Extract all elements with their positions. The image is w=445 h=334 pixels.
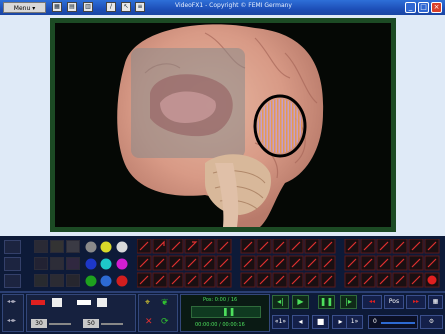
frame-field[interactable]: 0 (368, 315, 418, 329)
cursor-icon[interactable]: ↖ (121, 2, 131, 12)
swatch-white[interactable] (116, 241, 128, 253)
pen-settings-panel: 30 50 (26, 294, 136, 332)
pen-size-input[interactable]: 30 (31, 319, 47, 328)
position-label: Pos: 0:00 / 16 (203, 297, 238, 303)
pen-tip-icon[interactable] (52, 298, 62, 307)
frame-value: 0 (373, 318, 377, 325)
leaf-icon[interactable]: ❦ (161, 298, 169, 308)
eraser-tool-icon[interactable] (4, 274, 21, 288)
swatch-cyan[interactable] (100, 258, 112, 270)
pen-size-slider[interactable] (49, 323, 71, 325)
stop-button[interactable]: ■ (312, 315, 329, 329)
pattern-cell[interactable] (34, 257, 48, 270)
color-palette (85, 241, 128, 287)
pen-tip-icon-2[interactable] (97, 298, 107, 307)
swatch-yellow[interactable] (100, 241, 112, 253)
list-icon[interactable]: ≡ (135, 2, 145, 12)
speed-up-button[interactable]: 1» (346, 315, 363, 329)
video-frame (50, 18, 396, 232)
rewind-button[interactable]: ◂◂ (362, 295, 382, 309)
pen-opacity-slider[interactable] (101, 323, 123, 325)
play-button[interactable]: ▶ (292, 295, 309, 309)
bottom-toolbar: ◂◂▸ ◂◂▸ 30 50 ⌖ ❦ ✕ ⟳ Pos: 0:00 / 16 ❚❚ … (0, 236, 445, 334)
playback-panel: Pos: 0:00 / 16 ❚❚ 00:00:00 / 00:00:16 (180, 294, 270, 332)
menu-label: Menu (13, 5, 31, 12)
swatch-blue[interactable] (85, 258, 97, 270)
swatch-red[interactable] (116, 275, 128, 287)
brain-image (117, 24, 324, 227)
refresh-icon[interactable]: ⟳ (161, 317, 169, 327)
pattern-cell[interactable] (50, 240, 64, 253)
forward-button[interactable]: ▸▸ (406, 295, 426, 309)
nav-arrows-icon[interactable]: ◂◂▸ (7, 298, 16, 305)
pause-button[interactable]: ❚❚ (318, 295, 335, 309)
nav-panel: ◂◂▸ ◂◂▸ (2, 294, 24, 332)
minimize-button[interactable]: _ (405, 2, 416, 13)
toolbar-divider (0, 291, 445, 293)
step-forward-button[interactable]: |▸ (340, 295, 357, 309)
pattern-cell[interactable] (34, 274, 48, 287)
swatch-magenta[interactable] (116, 258, 128, 270)
pen-color-white[interactable] (77, 300, 91, 305)
print-icon[interactable]: ▥ (83, 2, 93, 12)
pattern-cell[interactable] (66, 257, 80, 270)
shape-tools-grid (137, 239, 440, 288)
step-back-button[interactable]: ◂| (272, 295, 289, 309)
palette-tool-icon[interactable] (4, 240, 21, 254)
grid-icon[interactable]: ▦ (428, 295, 443, 309)
film-icon[interactable]: ▦ (52, 2, 62, 12)
slash-icon[interactable]: / (106, 2, 116, 12)
swatch-gray[interactable] (85, 241, 97, 253)
workspace (0, 15, 445, 236)
swatch-green[interactable] (85, 275, 97, 287)
pen-opacity-input[interactable]: 50 (83, 319, 99, 328)
pen-color-red[interactable] (31, 300, 45, 305)
speed-down-button[interactable]: «1» (272, 315, 289, 329)
title-bar: Menu ▾ ▦ ▤ ▥ / ↖ ≡ VideoFX1 - Copyright … (0, 0, 445, 15)
settings-gear-icon[interactable]: ⚙ (420, 315, 443, 329)
video-canvas[interactable] (55, 23, 391, 227)
maximize-button[interactable]: □ (418, 2, 429, 13)
delete-icon[interactable]: ✕ (145, 317, 153, 327)
pattern-cell[interactable] (66, 274, 80, 287)
pointer-icon[interactable]: ⌖ (145, 298, 150, 308)
nav-arrows-icon-2[interactable]: ◂◂▸ (7, 317, 16, 324)
effects-panel: ⌖ ❦ ✕ ⟳ (138, 294, 178, 332)
frame-slider[interactable] (381, 322, 415, 324)
swatch-light-blue[interactable] (100, 275, 112, 287)
pause-icon: ❚❚ (222, 307, 236, 316)
close-button[interactable]: × (431, 2, 442, 13)
menu-button[interactable]: Menu ▾ (3, 2, 46, 13)
pattern-cell[interactable] (50, 274, 64, 287)
prev-frame-button[interactable]: ◂ (292, 315, 309, 329)
window-title: VideoFX1 - Copyright © FEMI Germany (175, 2, 292, 9)
pattern-cell[interactable] (50, 257, 64, 270)
time-readout: 00:00:00 / 00:00:16 (195, 322, 245, 328)
play-pause-button[interactable]: ❚❚ (191, 306, 261, 318)
save-icon[interactable]: ▤ (67, 2, 77, 12)
pattern-cell[interactable] (66, 240, 80, 253)
pos-button[interactable]: Pos (384, 295, 404, 309)
brush-tool-icon[interactable] (4, 257, 21, 271)
pattern-cell[interactable] (34, 240, 48, 253)
